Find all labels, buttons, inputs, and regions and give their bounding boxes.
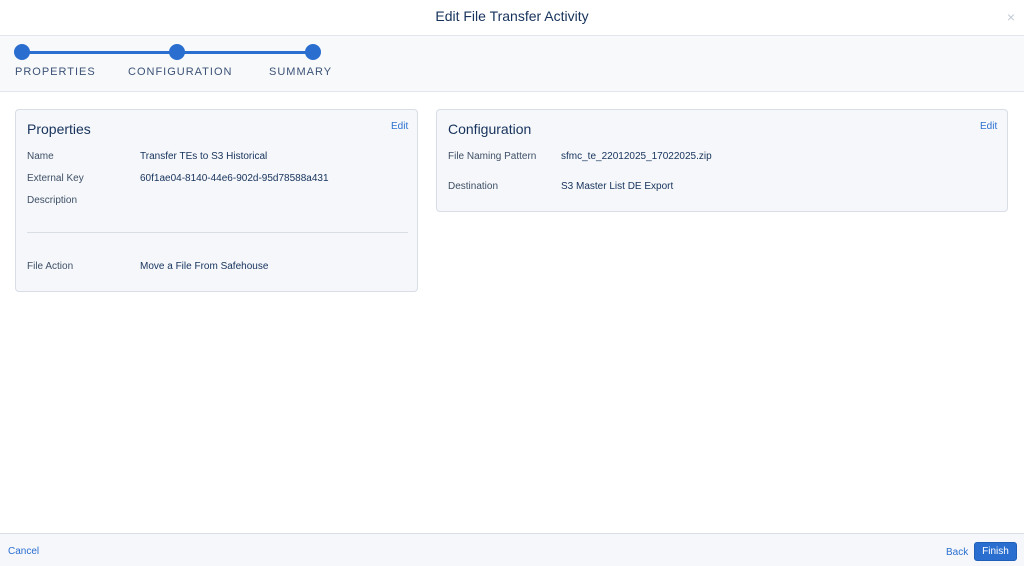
modal-footer: Cancel Back Finish — [0, 533, 1024, 566]
configuration-edit-link[interactable]: Edit — [980, 121, 997, 132]
file-naming-pattern-label: File Naming Pattern — [448, 151, 537, 162]
step-dot-summary[interactable] — [305, 44, 321, 60]
finish-button[interactable]: Finish — [974, 542, 1017, 561]
step-dot-configuration[interactable] — [169, 44, 185, 60]
external-key-label: External Key — [27, 173, 84, 184]
progress-track — [22, 51, 313, 54]
step-dot-properties[interactable] — [14, 44, 30, 60]
configuration-card: Configuration Edit File Naming Pattern s… — [436, 109, 1008, 212]
description-label: Description — [27, 195, 78, 206]
file-action-value: Move a File From Safehouse — [140, 261, 269, 272]
close-icon[interactable]: × — [1007, 10, 1015, 24]
properties-title: Properties — [27, 121, 91, 137]
step-label-summary[interactable]: SUMMARY — [269, 66, 332, 78]
external-key-value: 60f1ae04-8140-44e6-902d-95d78588a431 — [140, 173, 329, 184]
name-value: Transfer TEs to S3 Historical — [140, 151, 268, 162]
destination-label: Destination — [448, 181, 499, 192]
configuration-title: Configuration — [448, 121, 532, 137]
destination-value: S3 Master List DE Export — [561, 181, 674, 192]
step-label-properties[interactable]: PROPERTIES — [15, 66, 96, 78]
modal-header: Edit File Transfer Activity × — [0, 0, 1024, 36]
modal-title: Edit File Transfer Activity — [435, 8, 589, 24]
progress-stepper: PROPERTIES CONFIGURATION SUMMARY — [0, 36, 1024, 92]
back-button[interactable]: Back — [946, 547, 968, 558]
file-action-label: File Action — [27, 261, 74, 272]
step-label-configuration[interactable]: CONFIGURATION — [128, 66, 232, 78]
file-naming-pattern-value: sfmc_te_22012025_17022025.zip — [561, 151, 712, 162]
properties-divider — [27, 232, 408, 233]
properties-edit-link[interactable]: Edit — [391, 121, 408, 132]
cancel-button[interactable]: Cancel — [8, 546, 39, 557]
name-label: Name — [27, 151, 54, 162]
properties-card: Properties Edit Name Transfer TEs to S3 … — [15, 109, 418, 292]
